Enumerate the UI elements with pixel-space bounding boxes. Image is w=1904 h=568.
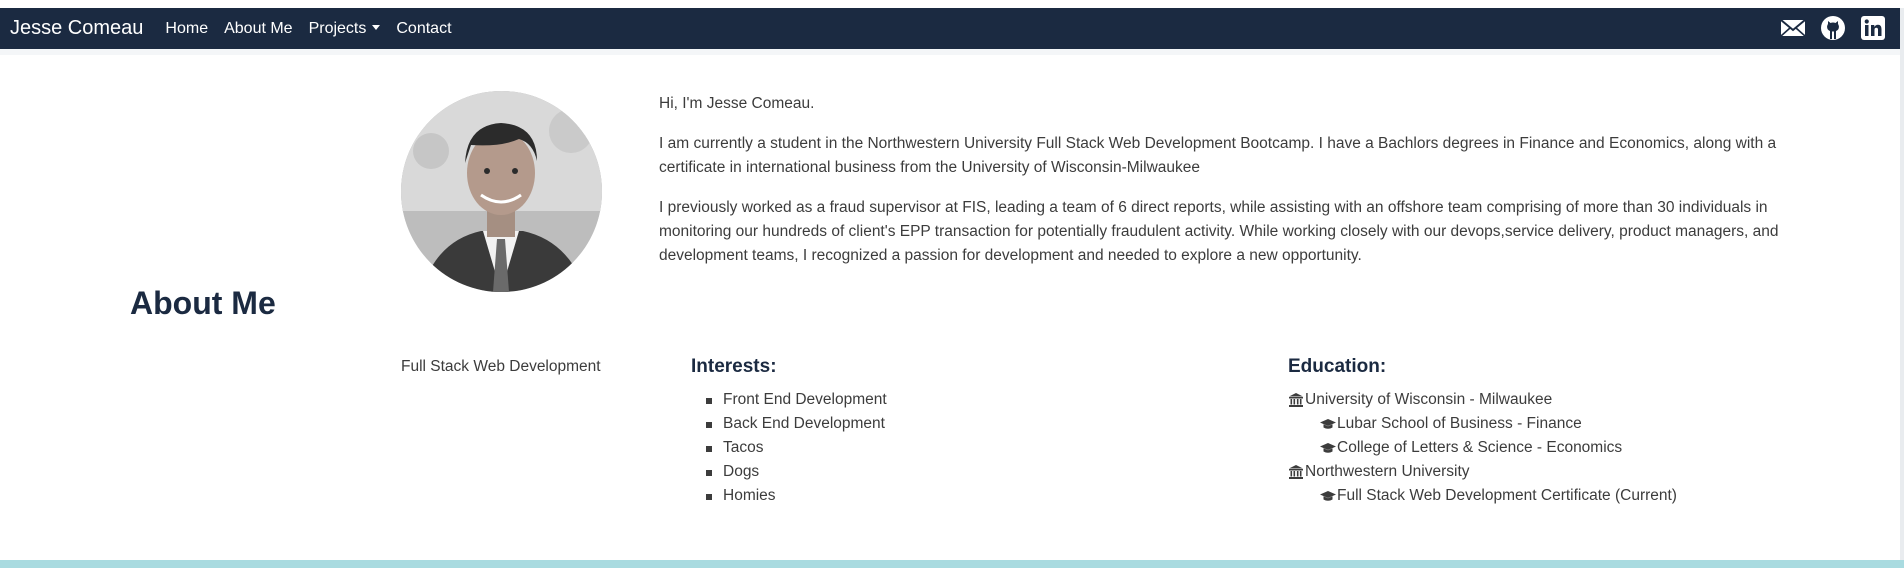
page-scrollbar[interactable]: [1900, 8, 1904, 560]
profile-photo-illustration: [401, 91, 602, 292]
nav-projects-dropdown[interactable]: Projects: [309, 20, 381, 38]
bio-text: Hi, I'm Jesse Comeau. I am currently a s…: [659, 92, 1829, 284]
bio-paragraph-2: I previously worked as a fraud superviso…: [659, 199, 1779, 264]
list-item: Homies: [706, 484, 887, 508]
education-heading: Education:: [1288, 356, 1387, 377]
nav-home-link[interactable]: Home: [165, 20, 208, 38]
interests-heading: Interests:: [691, 356, 777, 377]
graduation-cap-icon: [1320, 443, 1336, 453]
nav-projects-label: Projects: [308, 19, 367, 37]
role-subtitle: Full Stack Web Development: [401, 358, 601, 375]
navbar: Jesse Comeau Home About Me Projects Cont…: [0, 8, 1900, 49]
email-icon[interactable]: [1780, 15, 1806, 41]
education-program-row: Lubar School of Business - Finance: [1288, 412, 1677, 436]
linkedin-icon[interactable]: [1860, 15, 1886, 41]
navbar-shadow: [0, 49, 1900, 55]
list-item: Tacos: [706, 436, 887, 460]
education-school-row: University of Wisconsin - Milwaukee: [1288, 388, 1677, 412]
list-item: Front End Development: [706, 388, 887, 412]
bio-greeting: Hi, I'm Jesse Comeau.: [659, 95, 815, 112]
page-title: About Me: [130, 285, 276, 321]
education-item-label: Full Stack Web Development Certificate (…: [1337, 487, 1677, 504]
university-icon: [1289, 393, 1303, 407]
list-item: Dogs: [706, 460, 887, 484]
university-icon: [1289, 465, 1303, 479]
top-strip: [0, 0, 1904, 8]
education-program-row: College of Letters & Science - Economics: [1288, 436, 1677, 460]
education-program-row: Full Stack Web Development Certificate (…: [1288, 484, 1677, 508]
nav-contact-link[interactable]: Contact: [396, 20, 451, 38]
brand-link[interactable]: Jesse Comeau: [10, 17, 143, 40]
profile-photo: [401, 91, 602, 292]
nav-about-link[interactable]: About Me: [224, 20, 292, 38]
education-item-label: College of Letters & Science - Economics: [1337, 439, 1623, 456]
graduation-cap-icon: [1320, 419, 1336, 429]
bio-paragraph-1: I am currently a student in the Northwes…: [659, 135, 1777, 176]
education-item-label: Lubar School of Business - Finance: [1337, 415, 1582, 432]
graduation-cap-icon: [1320, 491, 1336, 501]
education-item-label: University of Wisconsin - Milwaukee: [1305, 391, 1553, 408]
github-icon[interactable]: [1820, 15, 1846, 41]
footer-bar: [0, 560, 1904, 568]
social-icons: [1780, 15, 1886, 41]
list-item: Back End Development: [706, 412, 887, 436]
education-item-label: Northwestern University: [1305, 463, 1470, 480]
interests-list: Front End Development Back End Developme…: [706, 388, 887, 508]
caret-down-icon: [372, 24, 381, 30]
education-list: University of Wisconsin - Milwaukee Luba…: [1288, 388, 1677, 508]
education-school-row: Northwestern University: [1288, 460, 1677, 484]
